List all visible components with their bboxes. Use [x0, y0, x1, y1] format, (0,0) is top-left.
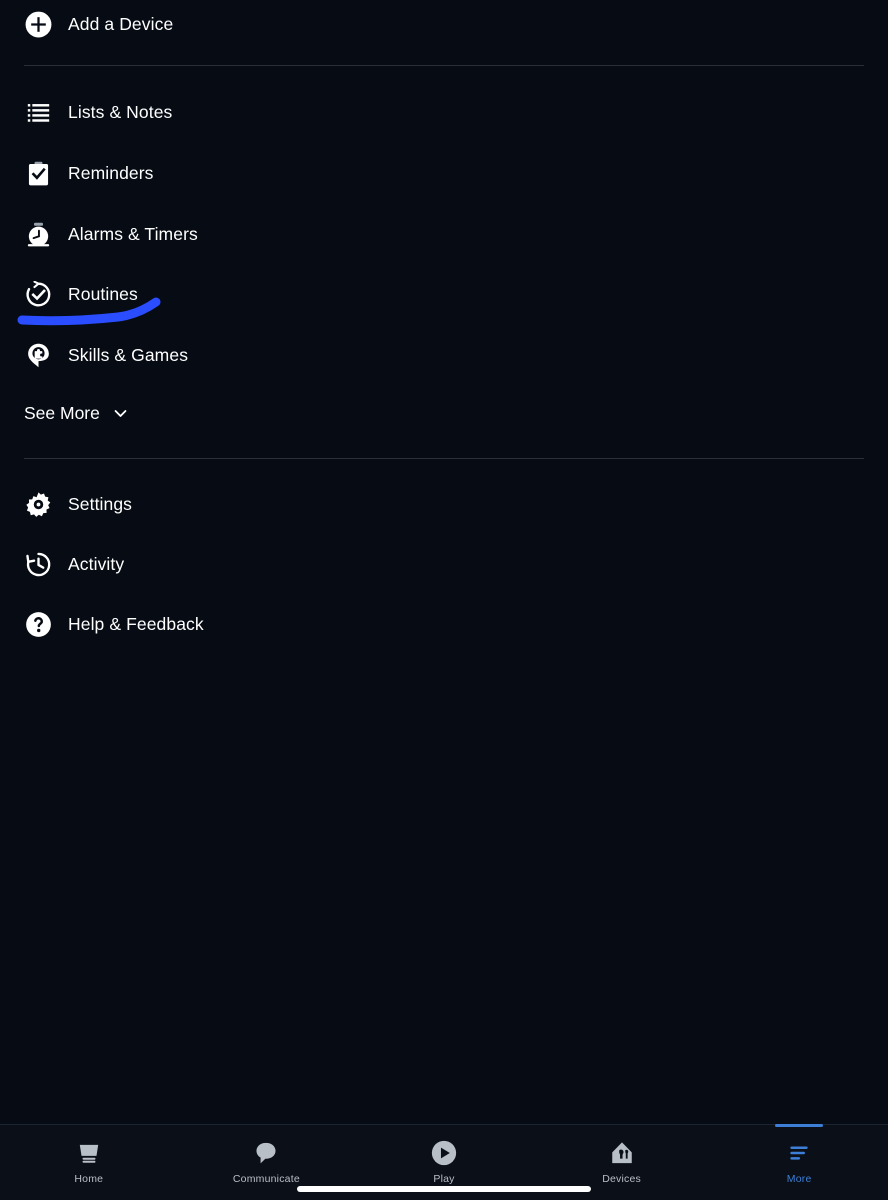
home-indicator: [297, 1186, 591, 1192]
menu-item-label: Routines: [68, 283, 138, 304]
tab-label: Play: [433, 1173, 455, 1185]
see-more-label: See More: [24, 403, 100, 423]
menu-item-routines[interactable]: Routines: [0, 272, 888, 316]
tab-active-indicator: [775, 1124, 824, 1127]
menu-item-skills-and-games[interactable]: Skills & Games: [0, 333, 888, 377]
house-bulb-icon: [609, 1138, 635, 1168]
menu-item-label: Reminders: [68, 162, 154, 183]
chevron-down-icon: [112, 405, 129, 422]
speech-bubble-icon: [253, 1138, 279, 1168]
menu-item-label: Activity: [68, 553, 125, 574]
menu-item-add-a-device[interactable]: Add a Device: [0, 0, 888, 48]
tab-label: Devices: [602, 1173, 641, 1185]
menu-item-reminders[interactable]: Reminders: [0, 151, 888, 195]
alarm-clock-icon: [24, 220, 52, 248]
clipboard-check-icon: [24, 159, 52, 187]
play-circle-icon: [430, 1138, 458, 1168]
menu-item-alarms-and-timers[interactable]: Alarms & Timers: [0, 212, 888, 256]
menu-item-label: Add a Device: [68, 13, 174, 34]
tab-label: Communicate: [232, 1173, 300, 1185]
tab-label: More: [786, 1173, 812, 1185]
refresh-check-icon: [24, 280, 52, 308]
list-lines-icon: [24, 98, 52, 126]
menu-item-activity[interactable]: Activity: [0, 542, 888, 586]
menu-item-label: Skills & Games: [68, 344, 189, 365]
alexa-more-screen: Add a Device Lists & Notes Reminders Ala…: [0, 0, 888, 1200]
history-clock-icon: [24, 550, 52, 578]
tab-more[interactable]: More: [710, 1124, 888, 1200]
menu-item-help-and-feedback[interactable]: Help & Feedback: [0, 602, 888, 646]
skills-pin-icon: [24, 341, 52, 369]
menu-divider-top: [24, 65, 864, 66]
menu-item-label: Settings: [68, 493, 133, 514]
tab-label: Home: [74, 1173, 104, 1185]
gear-icon: [24, 490, 52, 518]
hamburger-menu-icon: [786, 1138, 812, 1168]
see-more-button[interactable]: See More: [24, 403, 129, 424]
menu-item-label: Lists & Notes: [68, 101, 173, 122]
echo-show-device-icon: [76, 1138, 102, 1168]
menu-item-label: Help & Feedback: [68, 613, 204, 634]
menu-item-settings[interactable]: Settings: [0, 482, 888, 526]
menu-item-lists-and-notes[interactable]: Lists & Notes: [0, 90, 888, 134]
plus-circle-icon: [24, 10, 52, 38]
tab-home[interactable]: Home: [0, 1125, 178, 1200]
menu-divider-bottom: [24, 458, 864, 459]
menu-item-label: Alarms & Timers: [68, 223, 198, 244]
question-circle-icon: [24, 610, 52, 638]
